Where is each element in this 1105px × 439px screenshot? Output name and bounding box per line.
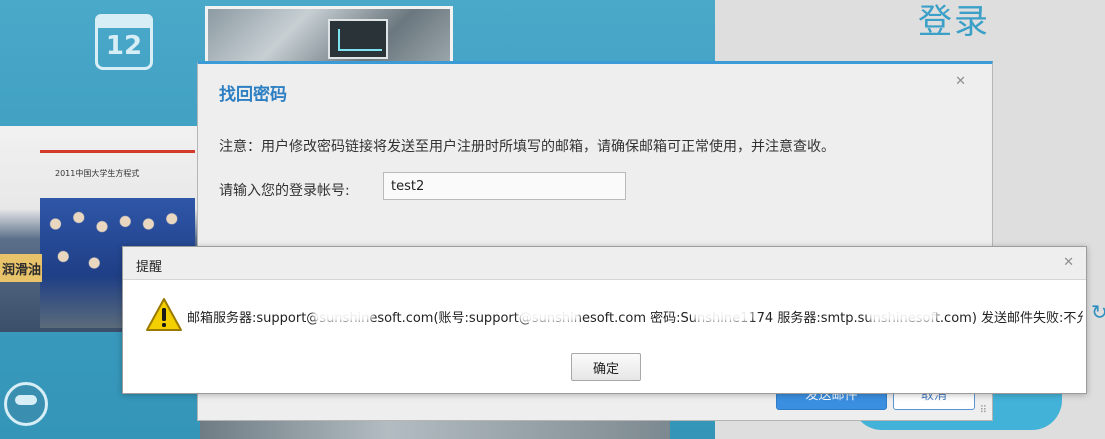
lab-photo <box>205 6 453 66</box>
warning-icon <box>146 298 182 331</box>
account-input[interactable] <box>383 172 626 200</box>
alert-title: 提醒 <box>136 260 163 275</box>
robot-icon <box>4 382 48 426</box>
notice-text: 注意：用户修改密码链接将发送至用户注册时所填写的邮箱，请确保邮箱可正常使用，并注… <box>219 139 835 155</box>
ok-button[interactable]: 确定 <box>571 353 641 381</box>
calendar-icon: 12 <box>95 14 153 70</box>
close-icon[interactable]: ✕ <box>955 74 966 89</box>
redaction-mark <box>313 308 373 322</box>
alert-dialog: 提醒 ✕ 邮箱服务器:support@sunshinesoft.com(账号:s… <box>122 246 1087 394</box>
redaction-mark <box>518 308 580 322</box>
login-title: 登录 <box>918 2 990 42</box>
resize-grip-icon[interactable]: ⠿ <box>980 405 987 416</box>
dialog-title: 找回密码 <box>219 85 287 105</box>
account-label: 请输入您的登录帐号: <box>219 183 350 199</box>
team-photo-sign: 润滑油 <box>0 254 42 282</box>
close-icon[interactable]: ✕ <box>1063 255 1074 270</box>
oscilloscope-image <box>328 19 388 59</box>
team-photo-banner: 2011中国大学生方程式 <box>55 169 140 178</box>
refresh-icon[interactable]: ↻ <box>1091 300 1105 324</box>
calendar-icon-text: 12 <box>105 31 143 61</box>
redaction-mark <box>868 308 938 322</box>
redaction-mark <box>693 308 753 322</box>
alert-header: 提醒 ✕ <box>123 247 1086 280</box>
